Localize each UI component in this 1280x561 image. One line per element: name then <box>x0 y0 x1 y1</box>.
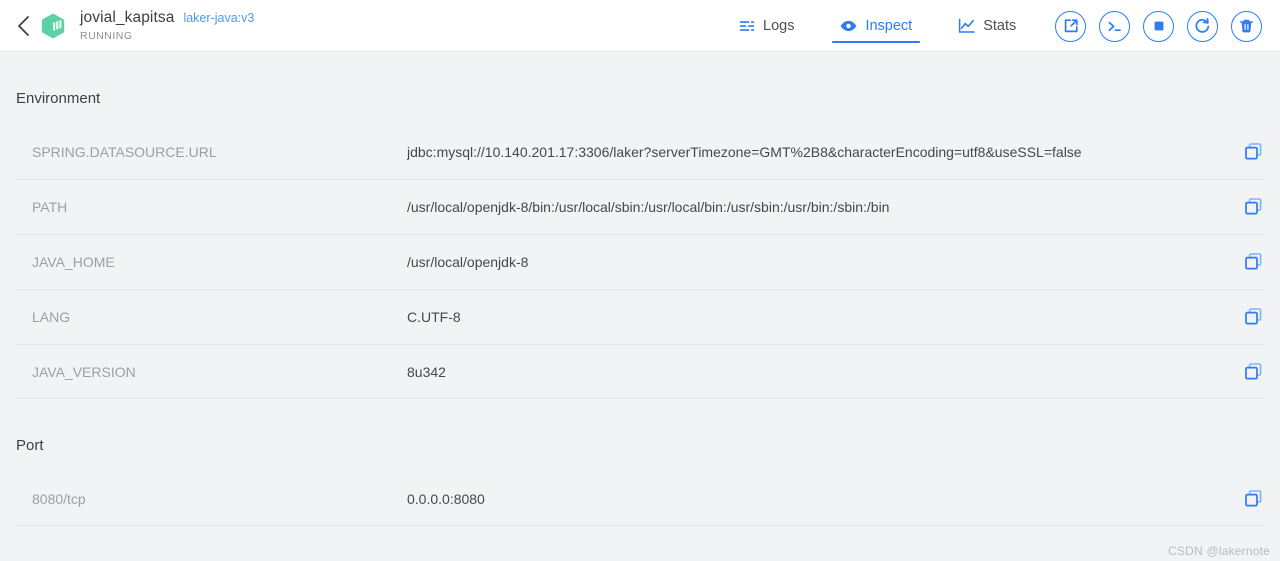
port-value: 0.0.0.0:8080 <box>407 490 485 507</box>
chart-line-icon <box>958 18 975 35</box>
section-environment: Environment SPRING.DATASOURCE.URL jdbc:m… <box>0 52 1280 399</box>
env-key: SPRING.DATASOURCE.URL <box>32 143 217 160</box>
open-external-button[interactable] <box>1055 10 1086 42</box>
copy-button[interactable] <box>1242 306 1264 328</box>
table-row: 8080/tcp 0.0.0.0:8080 <box>0 471 1280 526</box>
tab-stats[interactable]: Stats <box>948 0 1026 52</box>
port-key: 8080/tcp <box>32 490 86 507</box>
tab-inspect[interactable]: Inspect <box>830 0 922 52</box>
copy-icon <box>1244 308 1261 325</box>
copy-button[interactable] <box>1242 141 1264 163</box>
status-badge: RUNNING <box>80 29 133 42</box>
copy-icon <box>1244 253 1261 270</box>
open-external-icon <box>1064 19 1078 33</box>
copy-icon <box>1244 198 1261 215</box>
stop-button[interactable] <box>1143 10 1174 42</box>
copy-button[interactable] <box>1242 488 1264 510</box>
env-key: LANG <box>32 308 71 325</box>
chevron-left-icon <box>17 15 29 36</box>
tab-spacer-1 <box>804 0 830 52</box>
env-value: C.UTF-8 <box>407 308 461 325</box>
section-title-environment: Environment <box>16 90 101 107</box>
back-button[interactable] <box>10 10 36 42</box>
copy-icon <box>1244 363 1261 380</box>
restart-icon <box>1195 17 1210 33</box>
table-row: LANG C.UTF-8 <box>0 289 1280 344</box>
env-key: JAVA_HOME <box>32 253 115 270</box>
tab-inspect-label: Inspect <box>865 18 913 34</box>
tab-spacer-2 <box>922 0 948 52</box>
container-title-block: jovial_kapitsa laker-java:v3 RUNNING <box>80 10 254 41</box>
port-list: 8080/tcp 0.0.0.0:8080 <box>0 471 1280 526</box>
table-row: SPRING.DATASOURCE.URL jdbc:mysql://10.14… <box>0 124 1280 179</box>
stop-square-icon <box>1154 21 1163 31</box>
app-header: jovial_kapitsa laker-java:v3 RUNNING Log… <box>0 0 1280 52</box>
copy-button[interactable] <box>1242 361 1264 383</box>
container-name: jovial_kapitsa <box>80 9 175 26</box>
image-tag-link[interactable]: laker-java:v3 <box>183 12 254 25</box>
copy-button[interactable] <box>1242 251 1264 273</box>
inspect-content: Environment SPRING.DATASOURCE.URL jdbc:m… <box>0 52 1280 526</box>
container-cube-icon <box>38 10 68 42</box>
trash-icon <box>1239 19 1253 33</box>
terminal-icon <box>1108 21 1121 31</box>
section-title-port: Port <box>16 437 44 454</box>
env-key: JAVA_VERSION <box>32 363 136 380</box>
tab-logs[interactable]: Logs <box>728 0 804 52</box>
delete-button[interactable] <box>1231 10 1262 42</box>
env-value: /usr/local/openjdk-8/bin:/usr/local/sbin… <box>407 198 890 215</box>
table-row: JAVA_VERSION 8u342 <box>0 344 1280 399</box>
env-value: jdbc:mysql://10.140.201.17:3306/laker?se… <box>407 143 1082 160</box>
eye-icon <box>840 18 857 35</box>
environment-list: SPRING.DATASOURCE.URL jdbc:mysql://10.14… <box>0 124 1280 399</box>
env-value: /usr/local/openjdk-8 <box>407 253 529 270</box>
section-port: Port 8080/tcp 0.0.0.0:8080 <box>0 399 1280 526</box>
copy-icon <box>1244 490 1261 507</box>
env-key: PATH <box>32 198 68 215</box>
tab-stats-label: Stats <box>983 18 1017 34</box>
table-row: JAVA_HOME /usr/local/openjdk-8 <box>0 234 1280 289</box>
restart-button[interactable] <box>1187 10 1218 42</box>
copy-icon <box>1244 143 1261 160</box>
header-actions <box>1055 0 1262 52</box>
header-tabs: Logs Inspect Stats <box>728 0 1026 52</box>
env-value: 8u342 <box>407 363 446 380</box>
table-row: PATH /usr/local/openjdk-8/bin:/usr/local… <box>0 179 1280 234</box>
watermark: CSDN @lakernote <box>1168 544 1270 558</box>
tab-logs-label: Logs <box>763 18 795 34</box>
logs-icon <box>738 18 755 35</box>
terminal-button[interactable] <box>1099 10 1130 42</box>
copy-button[interactable] <box>1242 196 1264 218</box>
